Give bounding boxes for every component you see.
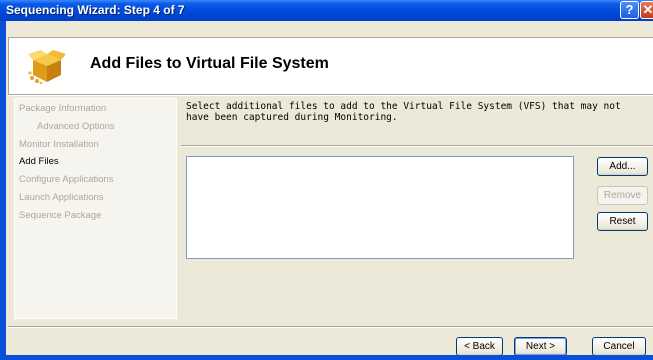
add-button[interactable]: Add... bbox=[597, 157, 648, 176]
footer-divider bbox=[8, 326, 653, 328]
sequencing-wizard-window: Sequencing Wizard: Step 4 of 7 ? ✕ Add F… bbox=[0, 0, 653, 360]
window-border-bottom bbox=[0, 355, 653, 360]
step-configure-applications: Configure Applications bbox=[19, 174, 114, 185]
cancel-button[interactable]: Cancel bbox=[592, 337, 646, 356]
header-divider bbox=[8, 94, 653, 96]
page-title: Add Files to Virtual File System bbox=[90, 55, 329, 72]
next-button[interactable]: Next > bbox=[514, 337, 567, 356]
step-description: Select additional files to add to the Vi… bbox=[186, 101, 621, 123]
window-title: Sequencing Wizard: Step 4 of 7 bbox=[6, 3, 185, 17]
description-divider bbox=[181, 145, 653, 147]
reset-button[interactable]: Reset bbox=[597, 212, 648, 231]
step-add-files: Add Files bbox=[19, 156, 59, 167]
step-monitor-installation: Monitor Installation bbox=[19, 139, 99, 150]
step-package-information: Package Information bbox=[19, 103, 107, 114]
window-border-left bbox=[0, 21, 6, 360]
vfs-file-list[interactable] bbox=[186, 156, 574, 259]
help-button[interactable]: ? bbox=[620, 1, 639, 19]
step-sequence-package: Sequence Package bbox=[19, 210, 102, 221]
remove-button[interactable]: Remove bbox=[597, 186, 648, 205]
content-panel: Select additional files to add to the Vi… bbox=[181, 98, 653, 319]
step-advanced-options: Advanced Options bbox=[37, 121, 115, 132]
step-launch-applications: Launch Applications bbox=[19, 192, 104, 203]
close-button[interactable]: ✕ bbox=[640, 1, 653, 19]
title-bar[interactable]: Sequencing Wizard: Step 4 of 7 ? ✕ bbox=[0, 0, 653, 21]
back-button[interactable]: < Back bbox=[456, 337, 503, 356]
wizard-header: Add Files to Virtual File System bbox=[8, 37, 653, 94]
package-box-icon bbox=[28, 50, 66, 84]
wizard-steps-panel: Package Information Advanced Options Mon… bbox=[14, 98, 177, 319]
